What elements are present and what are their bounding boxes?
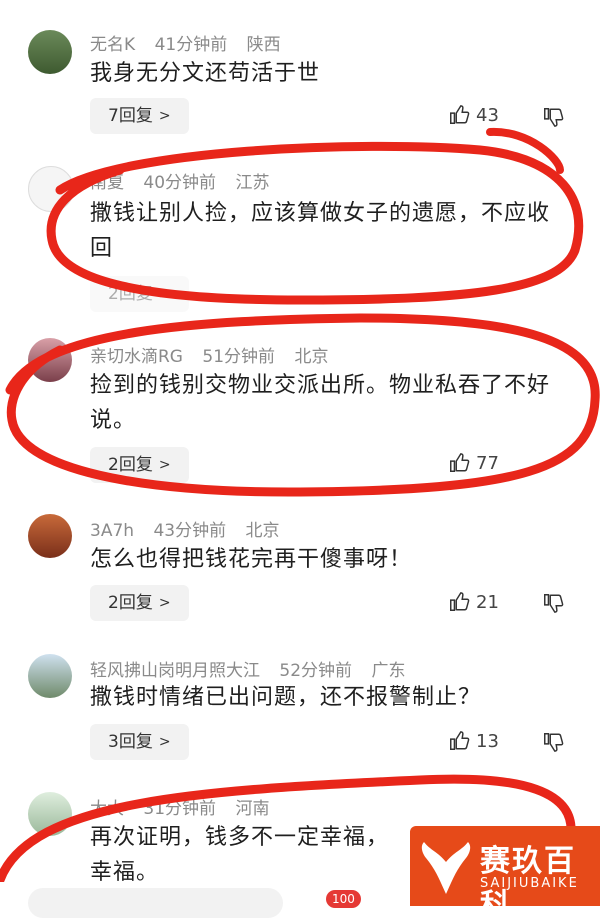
username[interactable]: 南夏 — [90, 173, 124, 193]
chevron-right-icon: > — [158, 108, 171, 124]
watermark-subtitle: SAIJIUBAIKE — [480, 876, 579, 891]
username[interactable]: 3A7h — [90, 521, 134, 541]
comment-text: 捡到的钱别交物业交派出所。物业私吞了不好说。 — [90, 373, 551, 433]
replies-button[interactable]: 3回复 > — [90, 724, 189, 760]
username[interactable]: 亲切水滴RG — [90, 347, 183, 367]
username[interactable]: 无名K — [90, 35, 135, 55]
like-button[interactable]: 13 — [448, 730, 499, 752]
comment-text: 怎么也得把钱花完再干傻事呀！ — [90, 547, 413, 572]
dislike-button[interactable] — [542, 592, 564, 614]
thumbs-down-icon — [544, 108, 564, 127]
location: 广东 — [371, 661, 406, 681]
location: 北京 — [294, 347, 329, 367]
replies-button[interactable]: 7回复 > — [90, 98, 189, 134]
replies-button[interactable]: 2回复 > — [90, 276, 189, 312]
timestamp: 52分钟前 — [279, 661, 353, 681]
like-count: 13 — [476, 730, 499, 752]
comment-text: 撒钱让别人捡，应该算做女子的遗愿，不应收回 — [90, 201, 551, 261]
like-button[interactable]: 77 — [448, 452, 499, 474]
replies-button[interactable]: 2回复 > — [90, 585, 189, 621]
location: 北京 — [245, 521, 280, 541]
timestamp: 51分钟前 — [202, 347, 276, 367]
dislike-button[interactable] — [542, 106, 564, 128]
thumbs-down-icon — [544, 733, 564, 752]
location: 江苏 — [235, 173, 270, 193]
avatar[interactable] — [28, 338, 72, 382]
avatar[interactable] — [28, 654, 72, 698]
logo-icon — [421, 842, 471, 894]
thumbs-up-icon — [450, 453, 470, 472]
like-count: 43 — [476, 104, 499, 126]
thumbs-up-icon — [450, 592, 470, 611]
like-button[interactable]: 43 — [448, 104, 499, 126]
like-button[interactable]: 21 — [448, 591, 499, 613]
avatar[interactable] — [28, 792, 72, 836]
chevron-right-icon: > — [158, 286, 171, 302]
thumbs-up-icon — [450, 105, 470, 124]
timestamp: 31分钟前 — [143, 799, 217, 819]
like-count: 77 — [476, 452, 499, 474]
avatar[interactable] — [28, 30, 72, 74]
comment-text: 我身无分文还苟活于世 — [90, 61, 321, 86]
comment-input[interactable] — [28, 888, 283, 918]
username[interactable]: 大大 — [90, 799, 124, 819]
replies-button[interactable]: 2回复 > — [90, 447, 189, 483]
chevron-right-icon: > — [158, 457, 171, 473]
thumbs-up-icon — [450, 731, 470, 750]
comment-text: 撒钱时情绪已出问题，还不报警制止？ — [90, 685, 482, 710]
avatar[interactable] — [28, 514, 72, 558]
timestamp: 41分钟前 — [154, 35, 228, 55]
username[interactable]: 轻风拂山岗明月照大江 — [90, 661, 260, 681]
avatar[interactable] — [28, 166, 74, 212]
location: 河南 — [235, 799, 270, 819]
watermark: 赛玖百科 SAIJIUBAIKE — [410, 826, 600, 923]
timestamp: 40分钟前 — [143, 173, 217, 193]
location: 陕西 — [246, 35, 281, 55]
dislike-button[interactable] — [542, 731, 564, 753]
chevron-right-icon: > — [158, 734, 171, 750]
notification-badge: 100 — [326, 890, 361, 908]
thumbs-down-icon — [544, 594, 564, 613]
like-count: 21 — [476, 591, 499, 613]
chevron-right-icon: > — [158, 595, 171, 611]
timestamp: 43分钟前 — [153, 521, 227, 541]
